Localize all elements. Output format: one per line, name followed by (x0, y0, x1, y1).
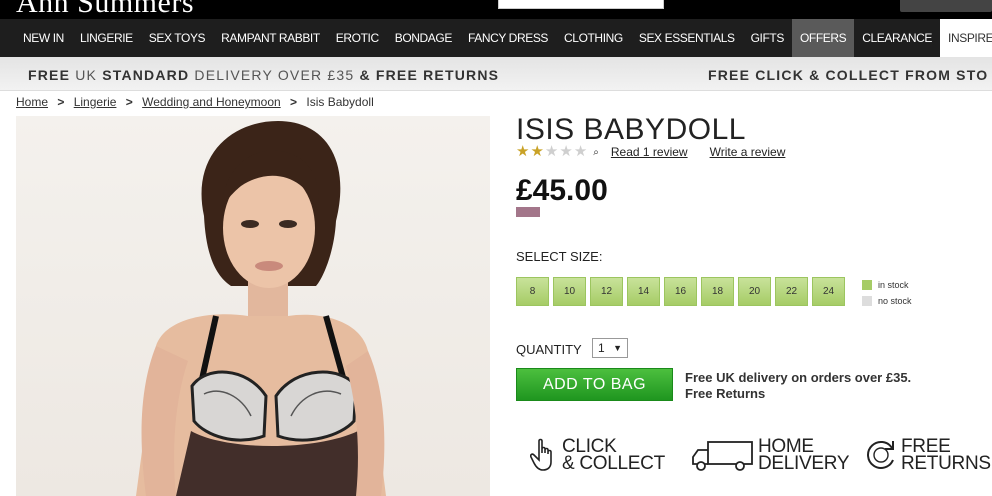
top-header: Ann Summers (0, 0, 992, 19)
nav-item-lingerie[interactable]: LINGERIE (72, 19, 141, 57)
delivery-truck-icon (692, 441, 753, 471)
legend-in-stock: in stock (862, 277, 912, 293)
click-collect-line2: & COLLECT (562, 453, 665, 474)
add-to-bag-button[interactable]: ADD TO BAG (516, 368, 673, 401)
size-option-8[interactable]: 8 (516, 277, 549, 306)
free-returns-text: FREE RETURNS (901, 437, 991, 474)
legend-in-stock-label: in stock (878, 280, 909, 290)
breadcrumb-home[interactable]: Home (16, 95, 48, 109)
breadcrumb-current: Isis Babydoll (306, 95, 374, 109)
click-collect-service[interactable]: CLICK & COLLECT (530, 437, 665, 474)
main-nav: NEW IN LINGERIE SEX TOYS RAMPANT RABBIT EROT… (0, 19, 992, 57)
legend-no-stock-label: no stock (878, 296, 912, 306)
legend-no-stock: no stock (862, 293, 912, 309)
size-selector: 8 10 12 14 16 18 20 22 24 (516, 277, 849, 306)
delivery-note: Free UK delivery on orders over £35. Fre… (685, 370, 911, 402)
returns-arrow-icon (867, 441, 894, 469)
home-delivery-text: HOME DELIVERY (758, 437, 850, 474)
star-empty-icon: ★ (559, 143, 573, 160)
header-account-button[interactable] (900, 0, 992, 12)
size-option-10[interactable]: 10 (553, 277, 586, 306)
delivery-note-line2: Free Returns (685, 386, 766, 401)
delivery-note-line1: Free UK delivery on orders over £35. (685, 370, 912, 385)
in-stock-swatch-icon (862, 280, 872, 290)
search-input[interactable] (498, 0, 664, 9)
size-option-24[interactable]: 24 (812, 277, 845, 306)
promo-standard: STANDARD (102, 67, 190, 83)
nav-item-rampant-rabbit[interactable]: RAMPANT RABBIT (213, 19, 328, 57)
magnifier-icon: ⌕ (593, 146, 599, 158)
promo-delivery-text: FREE UK STANDARD DELIVERY OVER £35 & FRE… (28, 67, 499, 83)
free-returns-service[interactable]: FREE RETURNS (864, 437, 991, 474)
size-label: SELECT SIZE: (516, 249, 603, 264)
no-stock-swatch-icon (862, 296, 872, 306)
promo-delivery-over: DELIVERY OVER £35 (194, 67, 355, 83)
home-delivery-line2: DELIVERY (758, 453, 850, 474)
site-logo[interactable]: Ann Summers (16, 0, 194, 19)
star-filled-icon: ★ (530, 143, 544, 160)
star-rating: ★★★★★ (516, 143, 588, 161)
nav-item-bondage[interactable]: BONDAGE (387, 19, 460, 57)
promo-free-returns: & FREE RETURNS (359, 67, 500, 83)
read-review-link[interactable]: Read 1 review (611, 145, 688, 159)
nav-item-erotic[interactable]: EROTIC (328, 19, 387, 57)
size-option-20[interactable]: 20 (738, 277, 771, 306)
nav-item-sex-toys[interactable]: SEX TOYS (141, 19, 213, 57)
home-delivery-service[interactable]: HOME DELIVERY (690, 437, 850, 474)
star-empty-icon: ★ (544, 143, 559, 160)
nav-item-clothing[interactable]: CLOTHING (556, 19, 631, 57)
promo-click-collect[interactable]: FREE CLICK & COLLECT FROM STO (708, 67, 988, 83)
quantity-label: QUANTITY (516, 342, 582, 357)
product-price: £45.00 (516, 174, 608, 207)
promo-strip: FREE UK STANDARD DELIVERY OVER £35 & FRE… (0, 57, 992, 91)
star-filled-icon: ★ (516, 143, 530, 160)
nav-item-sex-essentials[interactable]: SEX ESSENTIALS (631, 19, 743, 57)
hand-pointer-icon (530, 438, 552, 471)
nav-item-offers[interactable]: OFFERS (791, 19, 855, 57)
breadcrumb-category[interactable]: Wedding and Honeymoon (142, 95, 281, 109)
promo-uk: UK (75, 67, 98, 83)
free-returns-line2: RETURNS (901, 453, 991, 474)
chevron-down-icon: ▼ (613, 343, 622, 353)
size-option-18[interactable]: 18 (701, 277, 734, 306)
size-option-12[interactable]: 12 (590, 277, 623, 306)
click-collect-text: CLICK & COLLECT (562, 437, 665, 474)
breadcrumb-separator: > (290, 95, 298, 109)
size-option-22[interactable]: 22 (775, 277, 808, 306)
size-option-14[interactable]: 14 (627, 277, 660, 306)
nav-item-new-in[interactable]: NEW IN (0, 19, 72, 57)
breadcrumb-lingerie[interactable]: Lingerie (74, 95, 117, 109)
breadcrumb-separator: > (125, 95, 133, 109)
breadcrumb-separator: > (57, 95, 65, 109)
rating-row: ★★★★★ ⌕ Read 1 review Write a review (516, 143, 807, 161)
colour-swatch[interactable] (516, 207, 540, 217)
size-option-16[interactable]: 16 (664, 277, 697, 306)
product-image[interactable] (16, 116, 490, 496)
nav-item-fancy-dress[interactable]: FANCY DRESS (460, 19, 556, 57)
model-photo (136, 121, 386, 496)
write-review-link[interactable]: Write a review (710, 145, 786, 159)
product-title: ISIS BABYDOLL (516, 113, 746, 146)
promo-free: FREE (28, 67, 71, 83)
breadcrumb: Home > Lingerie > Wedding and Honeymoon … (16, 95, 374, 109)
star-empty-icon: ★ (573, 143, 588, 160)
nav-item-clearance[interactable]: CLEARANCE (854, 19, 940, 57)
nav-item-gifts[interactable]: GIFTS (743, 19, 792, 57)
stock-legend: in stock no stock (862, 277, 912, 309)
quantity-select[interactable]: 1 ▼ (592, 338, 628, 358)
quantity-value: 1 (598, 341, 605, 355)
nav-item-inspire[interactable]: INSPIRE (940, 19, 992, 57)
